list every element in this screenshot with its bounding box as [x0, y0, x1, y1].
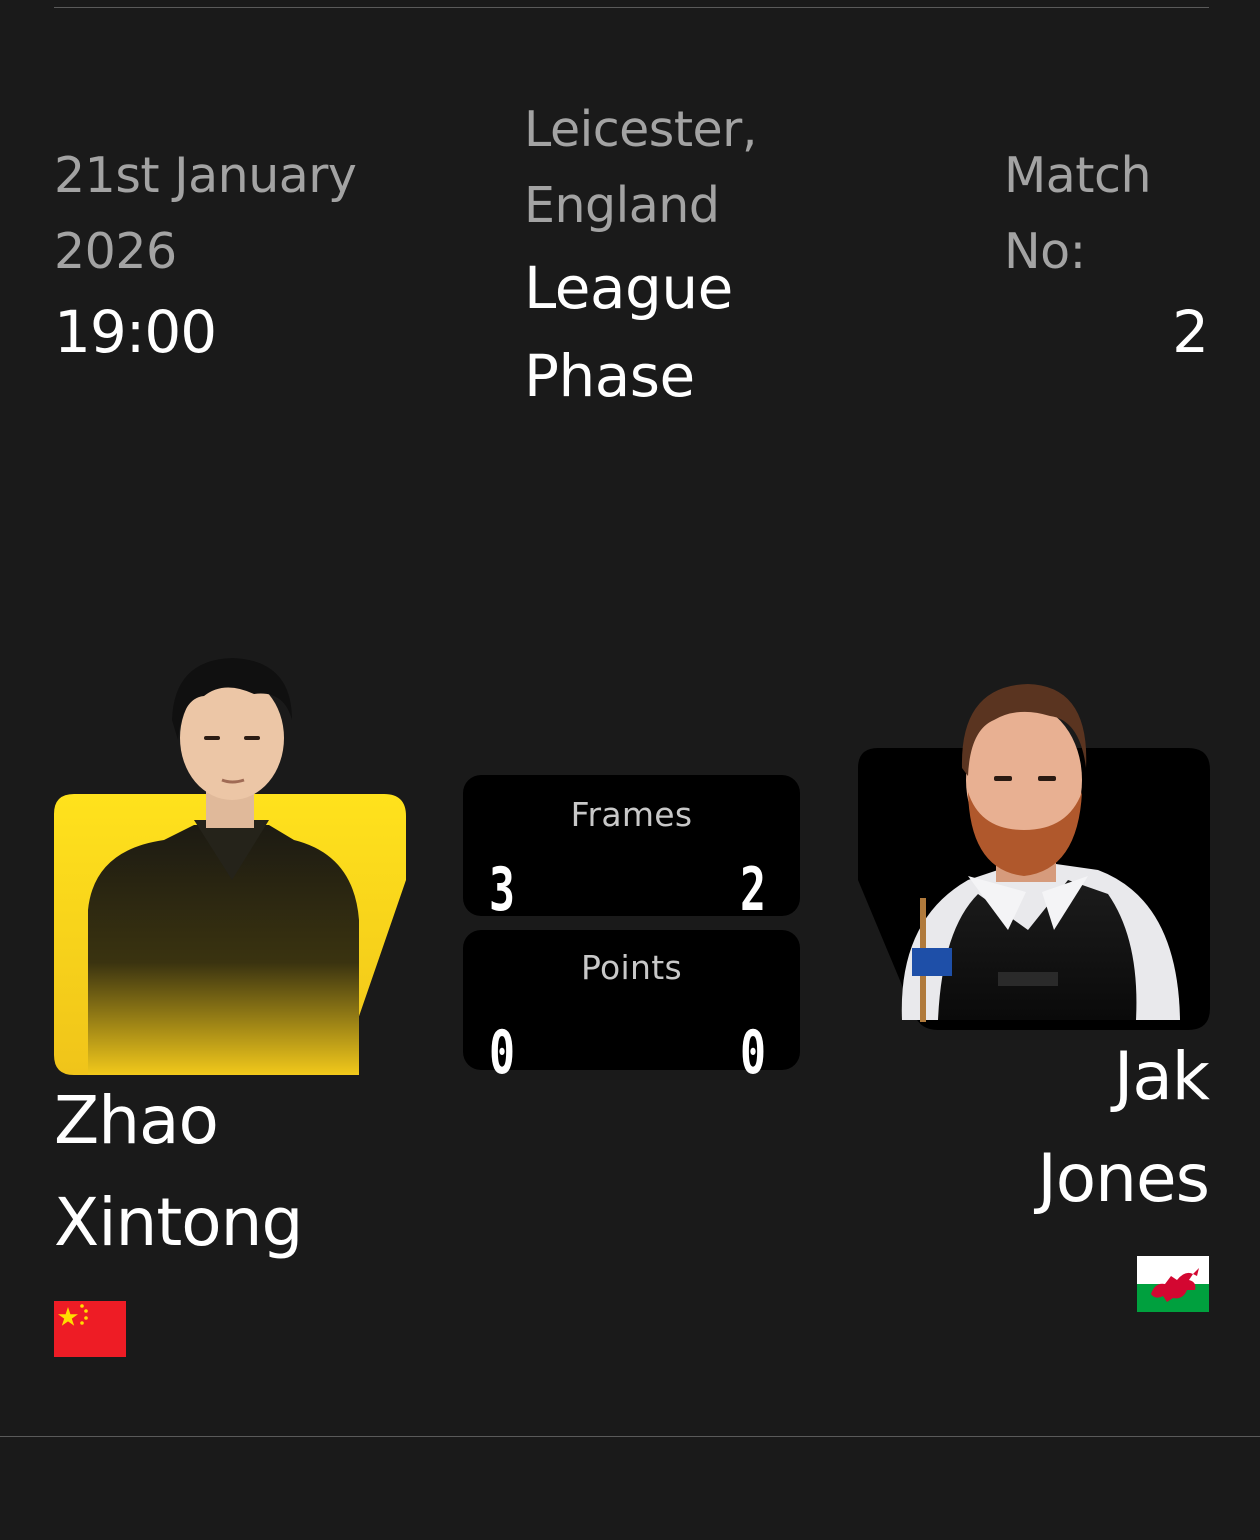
top-divider: [54, 7, 1209, 8]
wales-flag-icon: [1137, 1256, 1209, 1312]
phase-line1: League: [524, 254, 733, 322]
match-number: 2: [1172, 298, 1209, 366]
match-number-block: Match No: 2: [1004, 138, 1209, 374]
match-number-label2: No:: [1004, 223, 1086, 280]
phase-line2: Phase: [524, 342, 695, 410]
match-date-line1: 21st January: [54, 147, 357, 204]
match-date-line2: 2026: [54, 223, 177, 280]
frames-scorebox: Frames 3 2: [463, 775, 800, 925]
venue-country: England: [524, 177, 720, 234]
player-right-first-name: Jak: [1113, 1038, 1210, 1115]
player-right-last-name: Jones: [1037, 1140, 1210, 1217]
frames-right-score: 2: [740, 855, 767, 925]
points-left-score: 0: [489, 1018, 516, 1088]
china-flag-icon: [54, 1301, 126, 1357]
player-left-photo[interactable]: [54, 650, 406, 1075]
match-datetime: 21st January 2026 19:00: [54, 138, 434, 374]
venue-city: Leicester,: [524, 101, 757, 158]
player-right-name[interactable]: Jak Jones: [1037, 1026, 1210, 1230]
player-left-first-name: Zhao: [54, 1082, 219, 1159]
points-label: Points: [581, 948, 682, 987]
frames-label: Frames: [570, 795, 693, 834]
points-scorebox: Points 0 0: [463, 930, 800, 1088]
points-right-score: 0: [740, 1018, 767, 1088]
match-venue: Leicester, England League Phase: [524, 92, 884, 420]
player-left-name[interactable]: Zhao Xintong: [54, 1070, 303, 1274]
bottom-divider: [0, 1436, 1260, 1437]
match-number-label1: Match: [1004, 147, 1152, 204]
frames-left-score: 3: [489, 855, 516, 925]
match-time: 19:00: [54, 298, 217, 366]
player-right-photo[interactable]: [858, 680, 1210, 1030]
player-left-last-name: Xintong: [54, 1184, 303, 1261]
